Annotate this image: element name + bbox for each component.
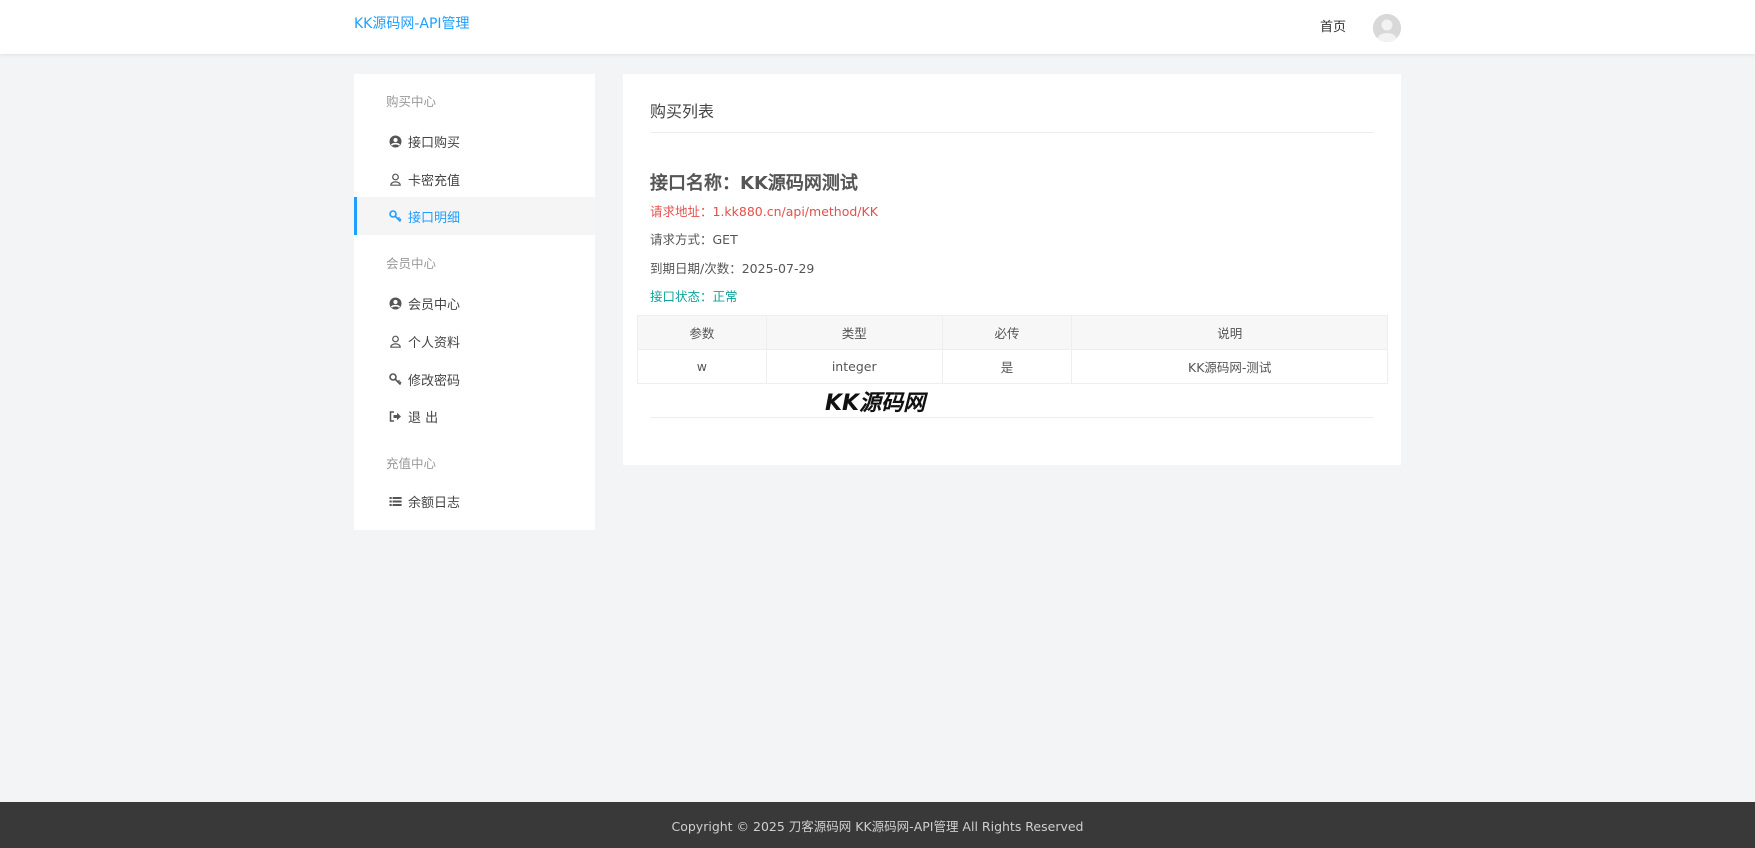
footer: Copyright © 2025 刀客源码网 KK源码网-API管理 All R… [0,802,1755,848]
request-url: 请求地址：1.kk880.cn/api/method/KK [650,204,878,219]
sidebar: 购买中心 接口购买 卡密充值 接口明细 会员中心 会员中心 个人资料 修改密码 … [354,74,595,530]
sidebar-item-card-recharge[interactable]: 卡密充值 [354,160,595,198]
api-status: 接口状态：正常 [650,289,738,304]
user-circle-icon [389,297,402,310]
sidebar-item-api-detail[interactable]: 接口明细 [354,197,595,235]
cell-type: integer [765,349,943,384]
sign-out-icon [389,410,402,423]
avatar[interactable] [1373,14,1401,42]
nav-home-link[interactable]: 首页 [1320,19,1346,37]
sidebar-item-profile[interactable]: 个人资料 [354,322,595,360]
sidebar-item-logout[interactable]: 退 出 [354,397,595,435]
title-divider [650,132,1374,133]
cell-param: w [637,349,767,384]
sidebar-item-label: 卡密充值 [408,173,461,189]
avatar-person-icon [1373,14,1401,42]
sidebar-item-label: 余额日志 [408,495,461,511]
key-icon [389,372,402,386]
params-table: 参数 类型 必传 说明 w integer 是 KK源码网-测试 [637,315,1388,384]
top-bar: KK源码网-API管理 首页 [0,0,1755,54]
sidebar-item-api-purchase[interactable]: 接口购买 [354,122,595,160]
bottom-divider [650,417,1374,418]
list-icon [389,495,402,508]
sidebar-item-label: 会员中心 [408,297,461,313]
column-header-type: 类型 [765,315,943,350]
column-header-required: 必传 [941,315,1073,350]
sidebar-item-label: 个人资料 [408,335,461,351]
table-row: w integer 是 KK源码网-测试 [637,349,1388,384]
user-circle-icon [389,135,402,148]
cell-required: 是 [941,349,1073,384]
column-header-param: 参数 [637,315,767,350]
sidebar-group-purchase: 购买中心 [386,94,437,109]
key-icon [389,209,402,223]
sidebar-item-member-center[interactable]: 会员中心 [354,284,595,322]
page-title: 购买列表 [650,102,715,121]
sidebar-group-member: 会员中心 [386,256,437,271]
expire-info: 到期日期/次数：2025-07-29 [650,261,815,276]
user-outline-icon [389,173,402,186]
sidebar-item-balance-log[interactable]: 余额日志 [354,482,595,520]
watermark-text: KK源码网 [825,391,926,416]
api-name: 接口名称：KK源码网测试 [650,173,858,194]
sidebar-group-recharge: 充值中心 [386,456,437,471]
column-header-description: 说明 [1071,315,1388,350]
sidebar-item-label: 接口购买 [408,135,461,151]
sidebar-item-label: 修改密码 [408,373,461,389]
brand-link[interactable]: KK源码网-API管理 [354,14,470,34]
user-outline-icon [389,335,402,348]
sidebar-item-change-password[interactable]: 修改密码 [354,360,595,398]
cell-description: KK源码网-测试 [1071,349,1388,384]
main-card: 购买列表 接口名称：KK源码网测试 请求地址：1.kk880.cn/api/me… [623,74,1401,465]
table-header-row: 参数 类型 必传 说明 [637,315,1388,350]
copyright-text: Copyright © 2025 刀客源码网 KK源码网-API管理 All R… [671,818,1084,834]
sidebar-item-label: 接口明细 [408,210,461,226]
sidebar-item-label: 退 出 [408,410,439,426]
request-method: 请求方式：GET [650,232,738,247]
